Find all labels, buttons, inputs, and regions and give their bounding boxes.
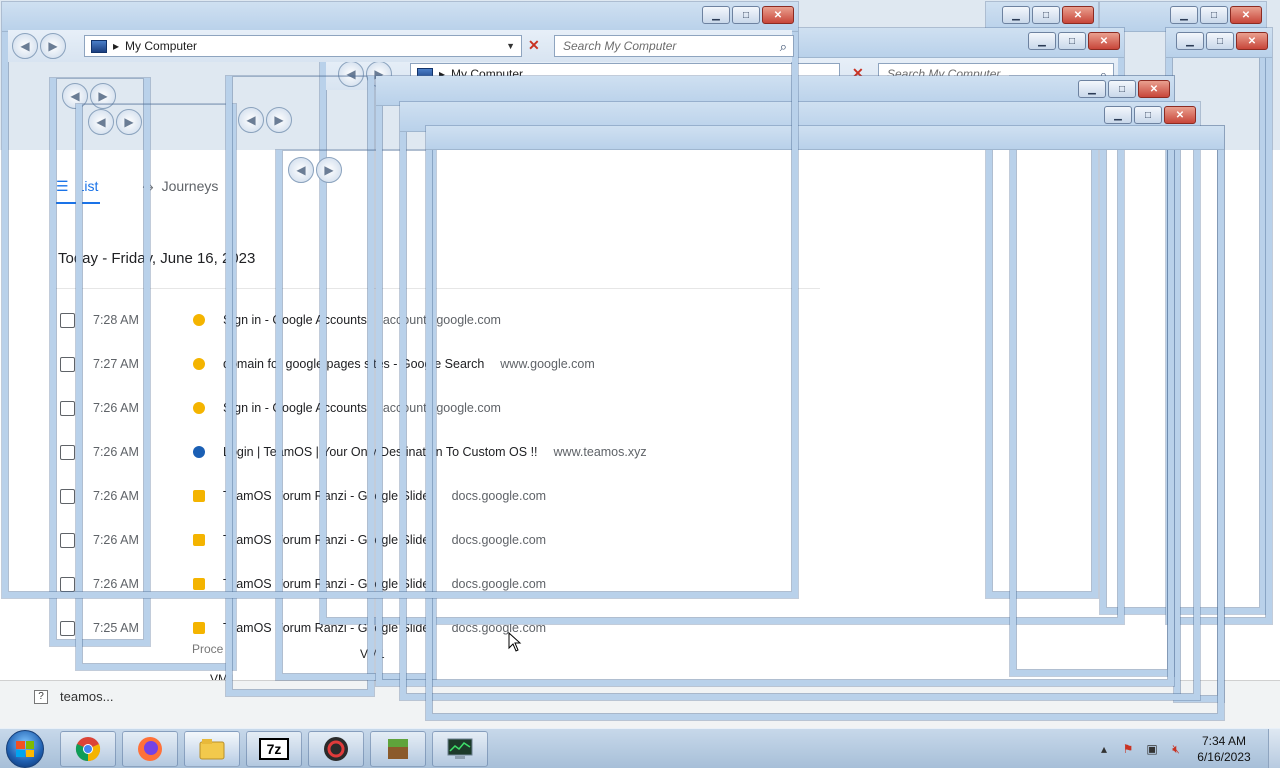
maximize-button[interactable]: □: [1206, 32, 1234, 50]
address-bar[interactable]: ▸ My Computer ▼: [84, 35, 522, 57]
7zip-taskbar-button[interactable]: 7z: [246, 731, 302, 767]
minimize-button[interactable]: ▁: [1078, 80, 1106, 98]
task-manager-taskbar-button[interactable]: [432, 731, 488, 767]
minimize-button[interactable]: ▁: [702, 6, 730, 24]
minimize-button[interactable]: ▁: [1002, 6, 1030, 24]
clock[interactable]: 7:34 AM 6/16/2023: [1188, 733, 1260, 765]
chevron-down-icon[interactable]: ▼: [506, 41, 515, 51]
maximize-button[interactable]: □: [1058, 32, 1086, 50]
system-tray: ▴ ⚑ ▣ 🔇︎ 7:34 AM 6/16/2023: [1092, 729, 1280, 768]
volume-icon[interactable]: 🔇︎: [1168, 741, 1184, 757]
chrome-taskbar-button[interactable]: [60, 731, 116, 767]
download-item[interactable]: ? teamos...: [34, 689, 113, 704]
maximize-button[interactable]: □: [732, 6, 760, 24]
close-button[interactable]: ✕: [1230, 6, 1262, 24]
back-button[interactable]: ◀: [12, 33, 38, 59]
minimize-button[interactable]: ▁: [1170, 6, 1198, 24]
close-button[interactable]: ✕: [762, 6, 794, 24]
7zip-icon: 7z: [259, 738, 289, 760]
search-input[interactable]: Search My Computer ⌕: [554, 35, 794, 57]
breadcrumb-arrow-icon: ▸: [113, 39, 120, 53]
firefox-taskbar-button[interactable]: [122, 731, 178, 767]
explorer-window: ▁ □ ✕ ◀ ▶ ▸ My Computer ▼ ✕ Search My Co…: [2, 2, 798, 598]
tool-icon: [324, 737, 348, 761]
network-icon[interactable]: ▣: [1144, 741, 1160, 757]
close-button[interactable]: ✕: [1062, 6, 1094, 24]
search-icon[interactable]: ⌕: [780, 39, 787, 55]
taskbar: 7z ▴ ⚑ ▣ 🔇︎ 7:34 AM 6/16/2023: [0, 728, 1280, 768]
title-bar[interactable]: ▁ □ ✕: [1166, 28, 1272, 58]
minecraft-taskbar-button[interactable]: [370, 731, 426, 767]
action-center-icon[interactable]: ⚑: [1120, 741, 1136, 757]
close-button[interactable]: ✕: [1164, 106, 1196, 124]
title-bar[interactable]: ▁ □ ✕: [2, 2, 798, 32]
forward-button[interactable]: ▶: [40, 33, 66, 59]
mouse-cursor-icon: [508, 632, 522, 652]
chrome-icon: [75, 737, 101, 762]
maximize-button[interactable]: □: [1108, 80, 1136, 98]
start-button[interactable]: [6, 730, 44, 768]
close-button[interactable]: ✕: [1236, 32, 1268, 50]
minimize-button[interactable]: ▁: [1176, 32, 1204, 50]
stop-icon[interactable]: ✕: [528, 38, 542, 52]
minimize-button[interactable]: ▁: [1104, 106, 1132, 124]
maximize-button[interactable]: □: [1032, 6, 1060, 24]
close-button[interactable]: ✕: [1138, 80, 1170, 98]
maximize-button[interactable]: □: [1200, 6, 1228, 24]
show-desktop-button[interactable]: [1268, 729, 1280, 768]
file-explorer-icon: [199, 739, 225, 760]
task-manager-icon: [447, 738, 473, 759]
maximize-button[interactable]: □: [1134, 106, 1162, 124]
file-icon: ?: [34, 689, 48, 704]
computer-icon: [91, 39, 107, 53]
explorer-taskbar-button[interactable]: [184, 731, 240, 767]
chevron-up-icon[interactable]: ▴: [1096, 741, 1112, 757]
tool-taskbar-button[interactable]: [308, 731, 364, 767]
minimize-button[interactable]: ▁: [1028, 32, 1056, 50]
windows-logo-icon: [16, 741, 34, 757]
firefox-icon: [138, 737, 162, 761]
close-button[interactable]: ✕: [1088, 32, 1120, 50]
minecraft-icon: [388, 739, 408, 759]
